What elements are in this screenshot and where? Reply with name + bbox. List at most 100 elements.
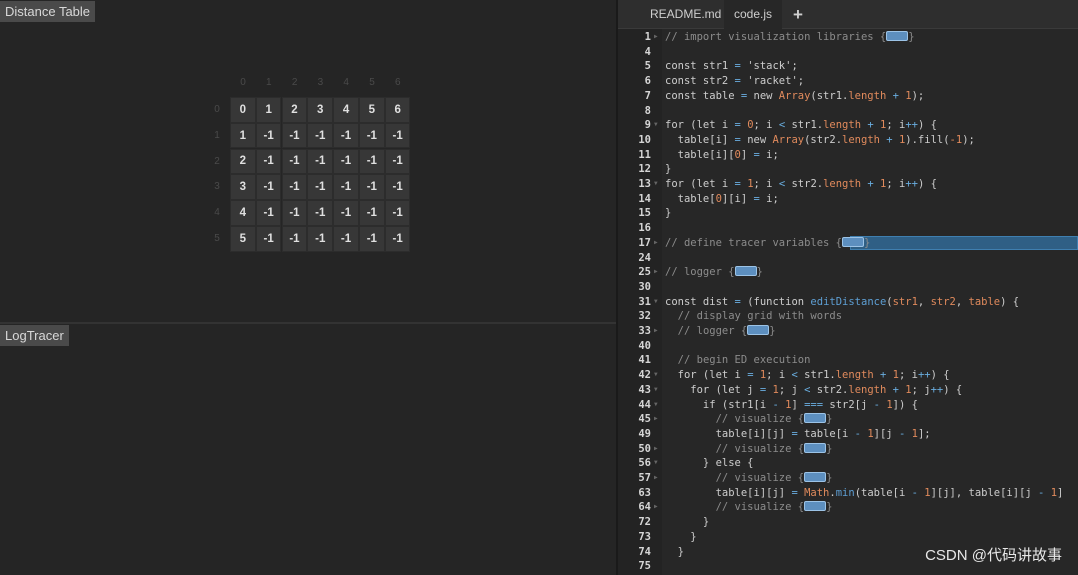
code-line[interactable]: 50 ▶ // visualize {} bbox=[618, 442, 1078, 457]
table-cell: -1 bbox=[281, 122, 308, 149]
code-line[interactable]: 44 ▼ if (str1[i - 1] === str2[j - 1]) { bbox=[618, 398, 1078, 413]
code-text: table[i][j] = Math.min(table[i - 1][j], … bbox=[665, 486, 1064, 501]
code-line[interactable]: 64 ▶ // visualize {} bbox=[618, 500, 1078, 515]
code-token: } bbox=[665, 545, 684, 558]
table-cell: -1 bbox=[307, 174, 334, 201]
line-number: 41 bbox=[638, 354, 651, 367]
collapsed-code-icon[interactable] bbox=[747, 325, 770, 335]
table-cell: -1 bbox=[281, 226, 308, 252]
table-cell: -1 bbox=[384, 200, 411, 226]
line-number: 64 bbox=[638, 501, 651, 514]
code-line[interactable]: 32 // display grid with words bbox=[618, 309, 1078, 324]
code-token: ) { bbox=[930, 369, 950, 382]
table-cell: 3 bbox=[307, 97, 334, 123]
collapsed-code-icon[interactable] bbox=[804, 472, 827, 482]
code-line[interactable]: 11 table[i][0] = i; bbox=[618, 148, 1078, 163]
tab-code-js[interactable]: code.js bbox=[724, 0, 783, 29]
table-cell: 5 bbox=[359, 97, 385, 123]
line-number: 8 bbox=[644, 104, 651, 117]
code-token: } bbox=[864, 236, 871, 249]
fold-open-icon[interactable]: ▼ bbox=[654, 118, 658, 133]
fold-closed-icon[interactable]: ▶ bbox=[654, 471, 658, 486]
log-tracer-panel: LogTracer bbox=[0, 324, 616, 575]
code-token: } bbox=[665, 163, 672, 176]
line-number: 63 bbox=[638, 486, 651, 499]
code-line[interactable]: 12} bbox=[618, 162, 1078, 177]
line-number: 75 bbox=[638, 560, 651, 573]
code-token: // visualize { bbox=[715, 501, 805, 514]
row-header: 3 bbox=[214, 181, 220, 193]
fold-closed-icon[interactable]: ▶ bbox=[654, 30, 658, 45]
code-line[interactable]: 7 const table = new Array(str1.length + 1… bbox=[618, 89, 1078, 104]
code-line[interactable]: 30 bbox=[618, 280, 1078, 295]
line-number: 4 bbox=[644, 45, 651, 58]
line-number: 74 bbox=[638, 545, 651, 558]
code-line[interactable]: 14 table[0][i] = i; bbox=[618, 192, 1078, 207]
collapsed-code-icon[interactable] bbox=[842, 236, 865, 247]
code-line[interactable]: 1 ▶ // import visualization libraries {} bbox=[618, 30, 1078, 45]
code-line[interactable]: 72 } bbox=[618, 515, 1078, 530]
code-line[interactable]: 56 ▼ } else { bbox=[618, 456, 1078, 471]
code-token: ] bbox=[1057, 486, 1064, 499]
collapsed-code-icon[interactable] bbox=[886, 31, 909, 41]
table-cell: -1 bbox=[281, 148, 308, 175]
code-line[interactable]: 41 // begin ED execution bbox=[618, 353, 1078, 368]
code-line[interactable]: 15} bbox=[618, 206, 1078, 221]
code-line[interactable]: 17 ▶ // define tracer variables {} bbox=[618, 235, 1078, 251]
code-line[interactable]: 63 table[i][j] = Math.min(table[i - 1][j… bbox=[618, 486, 1078, 501]
code-line[interactable]: 31 ▼ const dist = (function editDistance(s… bbox=[618, 295, 1078, 310]
collapsed-code-icon[interactable] bbox=[804, 413, 827, 424]
code-token: } bbox=[826, 442, 833, 455]
code-line[interactable]: 8 bbox=[618, 104, 1078, 119]
code-line[interactable]: 4 bbox=[618, 45, 1078, 60]
code-token: (str2. bbox=[804, 133, 843, 146]
fold-open-icon[interactable]: ▼ bbox=[654, 398, 658, 413]
code-line[interactable]: 45 ▶ // visualize {} bbox=[618, 412, 1078, 427]
collapsed-code-icon[interactable] bbox=[804, 442, 827, 453]
code-token: table[i][j] bbox=[665, 427, 792, 440]
code-line[interactable]: 16 bbox=[618, 221, 1078, 236]
column-header: 5 bbox=[369, 77, 375, 88]
code-line[interactable]: 9 ▼ for (let i = 0; i < str1.length + 1; i… bbox=[618, 118, 1078, 133]
code-token: ) { bbox=[1000, 295, 1020, 308]
code-token: (table[i bbox=[854, 486, 912, 499]
code-line[interactable]: 49 table[i][j] = table[i - 1][j - 1]; bbox=[618, 427, 1078, 442]
code-line[interactable]: 33 ▶ // logger {} bbox=[618, 324, 1078, 339]
code-line[interactable]: 73 } bbox=[618, 530, 1078, 545]
table-cell: -1 bbox=[255, 226, 282, 252]
add-tab-button[interactable]: + bbox=[783, 0, 813, 29]
collapsed-code-icon[interactable] bbox=[734, 266, 757, 277]
code-line[interactable]: 5 const str1 = 'stack'; bbox=[618, 59, 1078, 74]
code-line[interactable]: 43 ▼ for (let j = 1; j < str2.length + 1;… bbox=[618, 383, 1078, 398]
tab-readme[interactable]: README.md bbox=[640, 0, 731, 29]
fold-closed-icon[interactable]: ▶ bbox=[654, 236, 658, 251]
code-line[interactable]: 10 table[i] = new Array(str2.length + 1)… bbox=[618, 133, 1078, 148]
fold-open-icon[interactable]: ▼ bbox=[654, 456, 658, 471]
fold-closed-icon[interactable]: ▶ bbox=[654, 324, 658, 339]
fold-closed-icon[interactable]: ▶ bbox=[654, 265, 658, 280]
collapsed-code-icon[interactable] bbox=[804, 501, 827, 512]
code-line[interactable]: 6 const str2 = 'racket'; bbox=[618, 74, 1078, 89]
fold-open-icon[interactable]: ▼ bbox=[654, 368, 658, 383]
code-line[interactable]: 40 bbox=[618, 339, 1078, 354]
code-line[interactable]: 42 ▼ for (let i = 1; i < str1.length + 1;… bbox=[618, 368, 1078, 383]
line-number: 33 bbox=[638, 325, 651, 337]
code-token: // define tracer variables { bbox=[665, 236, 843, 249]
code-editor[interactable]: README.md code.js + 1 ▶// import visualiz… bbox=[618, 0, 1078, 575]
code-line[interactable]: 57 ▶ // visualize {} bbox=[618, 471, 1078, 486]
code-line[interactable]: 13 ▼ for (let i = 1; i < str2.length + 1; … bbox=[618, 177, 1078, 192]
line-number: 30 bbox=[638, 280, 651, 293]
code-line[interactable]: 24 bbox=[618, 251, 1078, 266]
fold-closed-icon[interactable]: ▶ bbox=[654, 442, 658, 457]
code-text: const str2 = 'racket'; bbox=[665, 74, 804, 89]
code-line[interactable]: 25 ▶ // logger {} bbox=[618, 265, 1078, 280]
code-token: str1 bbox=[892, 295, 918, 308]
fold-open-icon[interactable]: ▼ bbox=[654, 177, 658, 192]
fold-open-icon[interactable]: ▼ bbox=[654, 295, 658, 310]
fold-closed-icon[interactable]: ▶ bbox=[654, 500, 658, 515]
code-text: // visualize {} bbox=[665, 500, 832, 515]
table-cell: -1 bbox=[384, 122, 411, 149]
fold-closed-icon[interactable]: ▶ bbox=[654, 412, 658, 427]
fold-open-icon[interactable]: ▼ bbox=[654, 383, 658, 398]
